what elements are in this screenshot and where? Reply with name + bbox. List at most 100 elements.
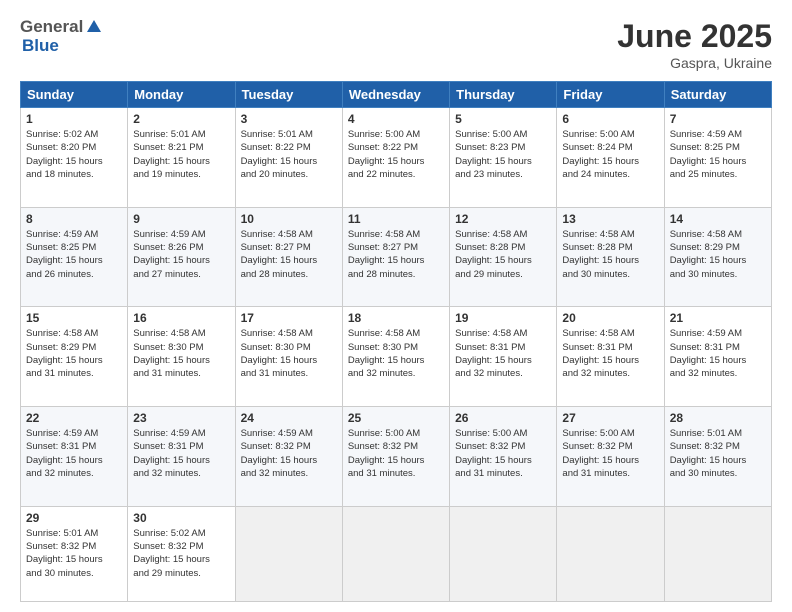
day-number: 18 [348, 311, 444, 325]
calendar-cell: 25 Sunrise: 5:00 AM Sunset: 8:32 PM Dayli… [342, 407, 449, 507]
calendar-week-row: 29 Sunrise: 5:01 AM Sunset: 8:32 PM Dayli… [21, 506, 772, 601]
day-number: 1 [26, 112, 122, 126]
day-number: 21 [670, 311, 766, 325]
cell-text: Sunrise: 5:02 AM Sunset: 8:20 PM Dayligh… [26, 128, 122, 181]
day-number: 27 [562, 411, 658, 425]
column-header-wednesday: Wednesday [342, 82, 449, 108]
subtitle: Gaspra, Ukraine [617, 55, 772, 71]
column-header-tuesday: Tuesday [235, 82, 342, 108]
day-number: 12 [455, 212, 551, 226]
calendar-cell: 11Sunrise: 4:58 AM Sunset: 8:27 PM Dayli… [342, 207, 449, 307]
cell-text: Sunrise: 4:58 AM Sunset: 8:31 PM Dayligh… [455, 327, 551, 380]
calendar-cell: 20 Sunrise: 4:58 AM Sunset: 8:31 PM Dayli… [557, 307, 664, 407]
calendar-cell [557, 506, 664, 601]
cell-text: Sunrise: 5:01 AM Sunset: 8:32 PM Dayligh… [26, 527, 122, 580]
calendar-cell: 8Sunrise: 4:59 AM Sunset: 8:25 PM Daylig… [21, 207, 128, 307]
cell-text: Sunrise: 4:58 AM Sunset: 8:29 PM Dayligh… [26, 327, 122, 380]
cell-text: Sunrise: 4:58 AM Sunset: 8:30 PM Dayligh… [241, 327, 337, 380]
calendar-week-row: 22 Sunrise: 4:59 AM Sunset: 8:31 PM Dayli… [21, 407, 772, 507]
day-number: 29 [26, 511, 122, 525]
header: General Blue June 2025 Gaspra, Ukraine [20, 18, 772, 71]
cell-text: Sunrise: 4:59 AM Sunset: 8:26 PM Dayligh… [133, 228, 229, 281]
column-header-thursday: Thursday [450, 82, 557, 108]
day-number: 8 [26, 212, 122, 226]
day-number: 3 [241, 112, 337, 126]
cell-text: Sunrise: 4:59 AM Sunset: 8:31 PM Dayligh… [133, 427, 229, 480]
calendar-cell: 24 Sunrise: 4:59 AM Sunset: 8:32 PM Dayli… [235, 407, 342, 507]
calendar-cell: 15 Sunrise: 4:58 AM Sunset: 8:29 PM Dayli… [21, 307, 128, 407]
cell-text: Sunrise: 4:59 AM Sunset: 8:25 PM Dayligh… [670, 128, 766, 181]
day-number: 25 [348, 411, 444, 425]
calendar-week-row: 15 Sunrise: 4:58 AM Sunset: 8:29 PM Dayli… [21, 307, 772, 407]
calendar-cell: 16Sunrise: 4:58 AM Sunset: 8:30 PM Dayli… [128, 307, 235, 407]
calendar-cell: 27 Sunrise: 5:00 AM Sunset: 8:32 PM Dayli… [557, 407, 664, 507]
day-number: 11 [348, 212, 444, 226]
logo-icon [85, 18, 103, 36]
day-number: 10 [241, 212, 337, 226]
calendar-cell: 3 Sunrise: 5:01 AM Sunset: 8:22 PM Daylig… [235, 108, 342, 208]
calendar-cell: 10 Sunrise: 4:58 AM Sunset: 8:27 PM Dayli… [235, 207, 342, 307]
column-header-friday: Friday [557, 82, 664, 108]
calendar-cell: 26 Sunrise: 5:00 AM Sunset: 8:32 PM Dayli… [450, 407, 557, 507]
calendar-week-row: 1 Sunrise: 5:02 AM Sunset: 8:20 PM Daylig… [21, 108, 772, 208]
cell-text: Sunrise: 5:00 AM Sunset: 8:32 PM Dayligh… [562, 427, 658, 480]
calendar-cell: 19Sunrise: 4:58 AM Sunset: 8:31 PM Dayli… [450, 307, 557, 407]
day-number: 2 [133, 112, 229, 126]
calendar-cell: 13Sunrise: 4:58 AM Sunset: 8:28 PM Dayli… [557, 207, 664, 307]
cell-text: Sunrise: 4:58 AM Sunset: 8:30 PM Dayligh… [133, 327, 229, 380]
day-number: 7 [670, 112, 766, 126]
cell-text: Sunrise: 5:01 AM Sunset: 8:22 PM Dayligh… [241, 128, 337, 181]
calendar-cell [235, 506, 342, 601]
day-number: 14 [670, 212, 766, 226]
calendar-cell: 6 Sunrise: 5:00 AM Sunset: 8:24 PM Daylig… [557, 108, 664, 208]
cell-text: Sunrise: 4:58 AM Sunset: 8:28 PM Dayligh… [455, 228, 551, 281]
day-number: 20 [562, 311, 658, 325]
cell-text: Sunrise: 4:58 AM Sunset: 8:29 PM Dayligh… [670, 228, 766, 281]
calendar-week-row: 8Sunrise: 4:59 AM Sunset: 8:25 PM Daylig… [21, 207, 772, 307]
calendar-cell: 9Sunrise: 4:59 AM Sunset: 8:26 PM Daylig… [128, 207, 235, 307]
cell-text: Sunrise: 5:00 AM Sunset: 8:23 PM Dayligh… [455, 128, 551, 181]
calendar-cell: 4 Sunrise: 5:00 AM Sunset: 8:22 PM Daylig… [342, 108, 449, 208]
cell-text: Sunrise: 5:00 AM Sunset: 8:22 PM Dayligh… [348, 128, 444, 181]
calendar-header-row: SundayMondayTuesdayWednesdayThursdayFrid… [21, 82, 772, 108]
calendar-cell: 23 Sunrise: 4:59 AM Sunset: 8:31 PM Dayli… [128, 407, 235, 507]
cell-text: Sunrise: 4:58 AM Sunset: 8:31 PM Dayligh… [562, 327, 658, 380]
day-number: 4 [348, 112, 444, 126]
cell-text: Sunrise: 5:00 AM Sunset: 8:32 PM Dayligh… [455, 427, 551, 480]
logo: General Blue [20, 18, 103, 55]
day-number: 26 [455, 411, 551, 425]
column-header-saturday: Saturday [664, 82, 771, 108]
day-number: 5 [455, 112, 551, 126]
page: General Blue June 2025 Gaspra, Ukraine S… [0, 0, 792, 612]
calendar-cell: 12 Sunrise: 4:58 AM Sunset: 8:28 PM Dayli… [450, 207, 557, 307]
calendar-cell: 29 Sunrise: 5:01 AM Sunset: 8:32 PM Dayli… [21, 506, 128, 601]
title-block: June 2025 Gaspra, Ukraine [617, 18, 772, 71]
month-title: June 2025 [617, 18, 772, 55]
cell-text: Sunrise: 5:02 AM Sunset: 8:32 PM Dayligh… [133, 527, 229, 580]
calendar-cell: 2 Sunrise: 5:01 AM Sunset: 8:21 PM Daylig… [128, 108, 235, 208]
day-number: 23 [133, 411, 229, 425]
day-number: 17 [241, 311, 337, 325]
logo-blue: Blue [22, 37, 103, 56]
cell-text: Sunrise: 5:00 AM Sunset: 8:24 PM Dayligh… [562, 128, 658, 181]
day-number: 30 [133, 511, 229, 525]
cell-text: Sunrise: 4:59 AM Sunset: 8:32 PM Dayligh… [241, 427, 337, 480]
cell-text: Sunrise: 4:58 AM Sunset: 8:27 PM Dayligh… [241, 228, 337, 281]
day-number: 24 [241, 411, 337, 425]
calendar-cell [450, 506, 557, 601]
calendar-cell: 17 Sunrise: 4:58 AM Sunset: 8:30 PM Dayli… [235, 307, 342, 407]
cell-text: Sunrise: 5:01 AM Sunset: 8:32 PM Dayligh… [670, 427, 766, 480]
calendar-cell [664, 506, 771, 601]
day-number: 6 [562, 112, 658, 126]
calendar-cell: 21Sunrise: 4:59 AM Sunset: 8:31 PM Dayli… [664, 307, 771, 407]
cell-text: Sunrise: 4:58 AM Sunset: 8:30 PM Dayligh… [348, 327, 444, 380]
cell-text: Sunrise: 5:00 AM Sunset: 8:32 PM Dayligh… [348, 427, 444, 480]
day-number: 15 [26, 311, 122, 325]
calendar-cell: 28Sunrise: 5:01 AM Sunset: 8:32 PM Dayli… [664, 407, 771, 507]
day-number: 22 [26, 411, 122, 425]
calendar-cell: 30 Sunrise: 5:02 AM Sunset: 8:32 PM Dayli… [128, 506, 235, 601]
calendar-cell: 18 Sunrise: 4:58 AM Sunset: 8:30 PM Dayli… [342, 307, 449, 407]
cell-text: Sunrise: 5:01 AM Sunset: 8:21 PM Dayligh… [133, 128, 229, 181]
calendar-cell: 14 Sunrise: 4:58 AM Sunset: 8:29 PM Dayli… [664, 207, 771, 307]
day-number: 13 [562, 212, 658, 226]
